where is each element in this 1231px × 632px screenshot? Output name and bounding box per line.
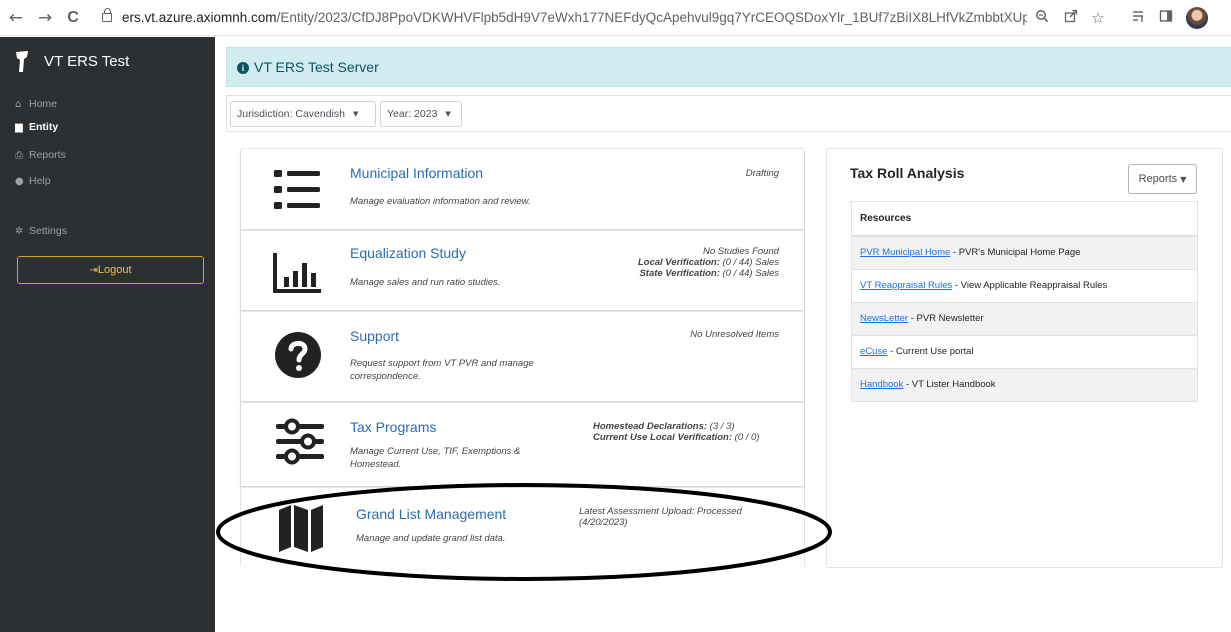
resource-row: VT Reappraisal Rules - View Applicable R…	[852, 269, 1197, 302]
home-icon: ⌂	[15, 99, 22, 110]
sidebar-item-entity[interactable]: ▆ Entity	[15, 119, 58, 135]
module-status: Latest Assessment Upload: Processed (4/2…	[579, 506, 742, 528]
zoom-icon[interactable]	[1031, 7, 1053, 29]
back-button[interactable]: ←	[6, 7, 26, 29]
module-support[interactable]: Support Request support from VT PVR and …	[241, 312, 804, 402]
module-status: No Studies Found Local Verification: (0 …	[637, 246, 779, 279]
resource-link-vt-reappraisal-rules[interactable]: VT Reappraisal Rules	[860, 280, 952, 291]
print-icon: ⎙	[15, 150, 23, 161]
module-description: Manage Current Use, TIF, Exemptions & Ho…	[350, 446, 521, 470]
resources-header: Resources	[852, 202, 1197, 236]
jurisdiction-select[interactable]: Jurisdiction: Cavendish ▼	[230, 101, 376, 127]
server-banner-text: VT ERS Test Server	[254, 59, 379, 75]
share-icon[interactable]	[1060, 7, 1082, 29]
resources-table: Resources PVR Municipal Home - PVR's Mun…	[851, 201, 1198, 402]
module-status: Homestead Declarations: (3 / 3) Current …	[593, 421, 760, 443]
url-host: ers.vt.azure.axiomnh.com	[122, 10, 277, 25]
sidebar-item-settings[interactable]: ✲ Settings	[15, 223, 67, 239]
module-description: Manage and update grand list data.	[356, 533, 506, 544]
list-icon	[274, 170, 320, 209]
module-municipal-information[interactable]: Municipal Information Manage evaluation …	[241, 149, 804, 230]
reload-button[interactable]: C	[63, 7, 83, 29]
caret-down-icon: ▼	[1180, 175, 1187, 184]
logout-button[interactable]: ⇥Logout	[17, 256, 204, 284]
info-icon: i	[237, 62, 249, 74]
resource-link-handbook[interactable]: Handbook	[860, 379, 903, 390]
module-equalization-study[interactable]: Equalization Study Manage sales and run …	[241, 231, 804, 311]
module-grand-list-management[interactable]: Grand List Management Manage and update …	[241, 488, 804, 568]
bar-chart-icon	[273, 253, 321, 293]
filter-bar: Jurisdiction: Cavendish ▼ Year: 2023 ▼	[226, 95, 1231, 132]
server-banner: i VT ERS Test Server	[226, 47, 1231, 87]
module-title[interactable]: Support	[350, 328, 399, 344]
resource-link-ecuse[interactable]: eCuse	[860, 346, 887, 357]
resource-row: Handbook - VT Lister Handbook	[852, 368, 1197, 401]
address-bar[interactable]: ers.vt.azure.axiomnh.com/Entity/2023/CfD…	[102, 6, 1027, 30]
module-title[interactable]: Equalization Study	[350, 245, 466, 261]
module-description: Manage sales and run ratio studies.	[350, 277, 501, 288]
module-tax-programs[interactable]: Tax Programs Manage Current Use, TIF, Ex…	[241, 403, 804, 487]
sign-out-icon: ⇥	[89, 265, 98, 276]
sidebar-item-help[interactable]: ● Help	[15, 173, 51, 189]
module-title[interactable]: Municipal Information	[350, 165, 483, 181]
question-icon: ●	[15, 176, 24, 187]
module-description: Request support from VT PVR and manage c…	[350, 358, 534, 382]
module-status: Drafting	[745, 168, 779, 179]
browser-toolbar: ← → C ers.vt.azure.axiomnh.com/Entity/20…	[0, 0, 1231, 36]
resource-row: NewsLetter - PVR Newsletter	[852, 302, 1197, 335]
module-title[interactable]: Grand List Management	[356, 506, 506, 522]
modules-panel: Municipal Information Manage evaluation …	[240, 148, 805, 568]
tax-roll-panel: Tax Roll Analysis Reports ▼ Resources PV…	[826, 148, 1223, 568]
vermont-logo-icon	[16, 51, 28, 72]
sliders-icon	[276, 418, 324, 465]
gear-icon: ✲	[15, 226, 24, 237]
tax-roll-title: Tax Roll Analysis	[850, 165, 965, 181]
map-icon	[279, 505, 323, 552]
module-description: Manage evaluation information and review…	[350, 196, 531, 207]
file-icon: ▆	[15, 122, 23, 133]
module-status: No Unresolved Items	[690, 329, 779, 340]
caret-down-icon: ▼	[352, 110, 359, 118]
resource-row: PVR Municipal Home - PVR's Municipal Hom…	[852, 236, 1197, 269]
resource-link-newsletter[interactable]: NewsLetter	[860, 313, 908, 324]
sidebar-item-reports[interactable]: ⎙ Reports	[15, 147, 66, 163]
url-path: /Entity/2023/CfDJ8PpoVDKWHVFlpb5dH9V7eWx…	[276, 10, 1027, 25]
module-title[interactable]: Tax Programs	[350, 419, 436, 435]
side-panel-icon[interactable]	[1155, 7, 1177, 29]
year-select[interactable]: Year: 2023 ▼	[380, 101, 462, 127]
resource-link-pvr-municipal-home[interactable]: PVR Municipal Home	[860, 247, 950, 258]
profile-avatar[interactable]	[1186, 7, 1208, 29]
resource-row: eCuse - Current Use portal	[852, 335, 1197, 368]
brand-name: VT ERS Test	[44, 53, 130, 70]
sidebar-item-home[interactable]: ⌂ Home	[15, 96, 57, 112]
sidebar: VT ERS Test ⌂ Home ▆ Entity ⎙ Reports ● Help…	[0, 37, 215, 632]
forward-button[interactable]: →	[35, 7, 55, 29]
star-icon[interactable]: ☆	[1087, 7, 1109, 29]
question-circle-icon	[275, 332, 321, 378]
lock-icon	[102, 8, 112, 22]
reports-dropdown-button[interactable]: Reports ▼	[1128, 164, 1197, 194]
caret-down-icon: ▼	[445, 110, 451, 118]
reading-list-icon[interactable]	[1128, 7, 1150, 29]
